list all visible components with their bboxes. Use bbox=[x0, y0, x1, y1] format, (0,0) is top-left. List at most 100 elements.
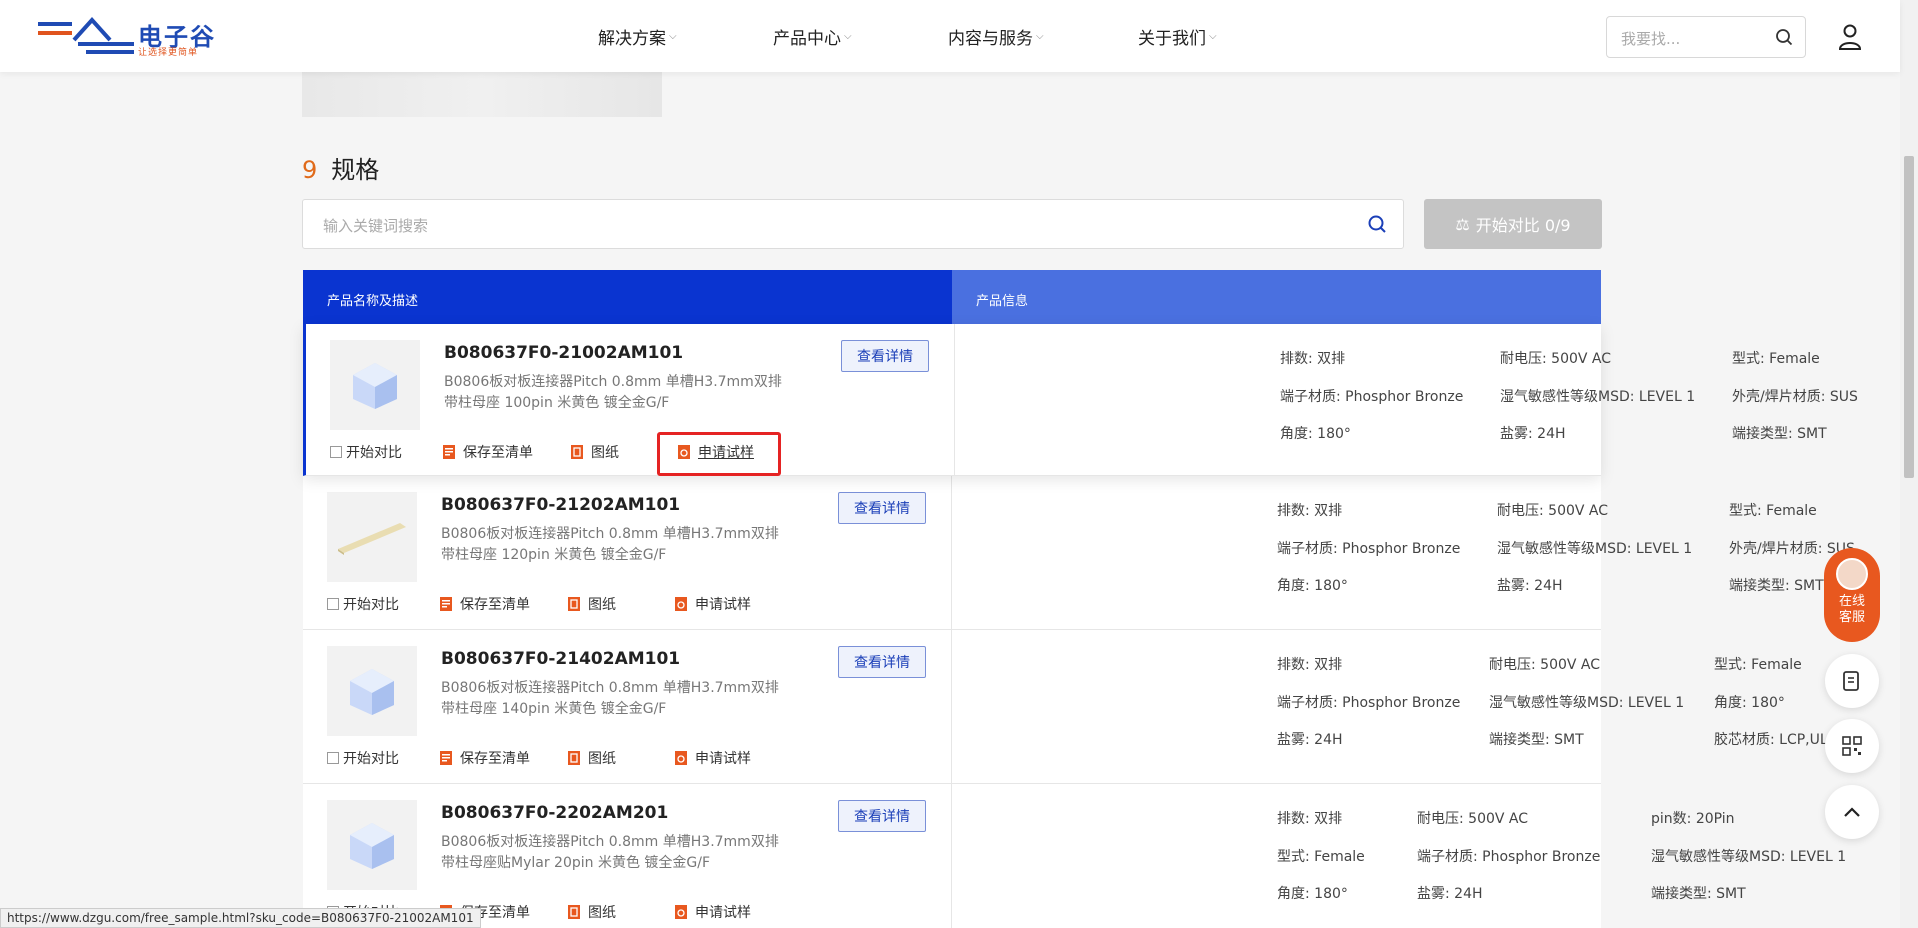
info-value: 端子材质: Phosphor Bronze bbox=[1417, 849, 1601, 865]
info-value: 耐电压: 500V AC bbox=[1489, 657, 1601, 673]
qrcode-button[interactable] bbox=[1825, 719, 1879, 773]
product-name[interactable]: B080637F0-21202AM101 bbox=[441, 495, 680, 515]
info-value: 型式: Female bbox=[1277, 849, 1365, 865]
drawing-button[interactable]: 图纸 bbox=[568, 748, 616, 768]
info-value: 角度: 180° bbox=[1277, 886, 1348, 902]
header-search-input[interactable]: 我要找... bbox=[1606, 16, 1806, 58]
compare-label: 开始对比 bbox=[343, 751, 399, 767]
scrollbar-thumb[interactable] bbox=[1904, 156, 1914, 478]
sample-icon bbox=[675, 905, 687, 919]
sample-label: 申请试样 bbox=[695, 905, 751, 921]
product-thumbnail[interactable] bbox=[327, 492, 417, 582]
product-thumbnail[interactable] bbox=[330, 340, 420, 430]
product-description: B0806板对板连接器Pitch 0.8mm 单槽H3.7mm双排带柱母座 12… bbox=[441, 526, 779, 563]
info-value: 端接类型: SMT bbox=[1732, 426, 1827, 442]
start-compare-button[interactable]: ⚖ 开始对比 0/9 bbox=[1424, 199, 1602, 249]
search-icon[interactable] bbox=[1775, 28, 1793, 46]
drawing-icon bbox=[568, 751, 580, 765]
product-thumbnail[interactable] bbox=[327, 646, 417, 736]
spec-count: 9 bbox=[302, 156, 318, 184]
info-value: 盐雾: 24H bbox=[1500, 426, 1566, 442]
info-value: 排数: 双排 bbox=[1280, 351, 1346, 367]
feedback-button[interactable] bbox=[1825, 654, 1879, 708]
info-value: 外壳/焊片材质: SUS bbox=[1732, 389, 1858, 405]
drawing-button[interactable]: 图纸 bbox=[568, 594, 616, 614]
view-details-button[interactable]: 查看详情 bbox=[838, 646, 926, 678]
nav-content-services[interactable]: 内容与服务 ⌵ bbox=[948, 0, 1044, 72]
compare-checkbox[interactable]: 开始对比 bbox=[327, 748, 399, 768]
search-icon[interactable] bbox=[1367, 214, 1387, 234]
info-value: 湿气敏感性等级MSD: LEVEL 1 bbox=[1489, 695, 1685, 711]
apply-sample-button[interactable]: 申请试样 bbox=[675, 594, 751, 614]
chevron-down-icon: ⌵ bbox=[1036, 30, 1044, 42]
compare-label: 开始对比 0/9 bbox=[1475, 216, 1571, 235]
product-thumbnail[interactable] bbox=[327, 800, 417, 890]
online-service-button[interactable]: 在线客服 bbox=[1824, 548, 1880, 642]
list-icon bbox=[443, 445, 455, 459]
info-value: 排数: 双排 bbox=[1277, 503, 1343, 519]
save-label: 保存至清单 bbox=[460, 751, 530, 767]
logo-mark-icon bbox=[38, 17, 134, 54]
product-cube-icon bbox=[350, 669, 394, 715]
sample-label: 申请试样 bbox=[695, 597, 751, 613]
product-description: B0806板对板连接器Pitch 0.8mm 单槽H3.7mm双排带柱母座贴My… bbox=[441, 834, 779, 871]
nav-products[interactable]: 产品中心 ⌵ bbox=[773, 0, 852, 72]
view-details-button[interactable]: 查看详情 bbox=[838, 492, 926, 524]
chevron-up-icon bbox=[1844, 807, 1860, 817]
compare-checkbox[interactable]: 开始对比 bbox=[330, 442, 402, 462]
nav-label: 解决方案 bbox=[598, 28, 666, 49]
checkbox-icon bbox=[327, 752, 339, 764]
view-details-button[interactable]: 查看详情 bbox=[838, 800, 926, 832]
chevron-down-icon: ⌵ bbox=[844, 30, 852, 42]
apply-sample-button[interactable]: 申请试样 bbox=[675, 748, 751, 768]
info-value: 端接类型: SMT bbox=[1729, 578, 1824, 594]
spec-title: 规格 bbox=[331, 156, 380, 184]
info-value: 端子材质: Phosphor Bronze bbox=[1277, 695, 1461, 711]
product-main-cell: B080637F0-21202AM101 B0806板对板连接器Pitch 0.… bbox=[303, 476, 952, 629]
product-main-cell: B080637F0-21002AM101 B0806板对板连接器Pitch 0.… bbox=[306, 324, 955, 476]
info-value: 角度: 180° bbox=[1277, 578, 1348, 594]
info-value: 耐电压: 500V AC bbox=[1500, 351, 1612, 367]
site-logo[interactable]: 电子谷 让选择更简单 bbox=[38, 14, 218, 58]
product-name[interactable]: B080637F0-21002AM101 bbox=[444, 343, 683, 363]
info-value: 耐电压: 500V AC bbox=[1497, 503, 1609, 519]
product-name[interactable]: B080637F0-2202AM201 bbox=[441, 803, 668, 823]
save-to-list-button[interactable]: 保存至清单 bbox=[440, 748, 530, 768]
service-label: 在线客服 bbox=[1838, 594, 1865, 625]
column-header-name: 产品名称及描述 bbox=[303, 270, 952, 324]
spec-heading: 9 规格 bbox=[302, 150, 379, 185]
product-name[interactable]: B080637F0-21402AM101 bbox=[441, 649, 680, 669]
info-value: 端子材质: Phosphor Bronze bbox=[1280, 389, 1464, 405]
drawing-button[interactable]: 图纸 bbox=[568, 902, 616, 922]
product-main-cell: B080637F0-2202AM201 B0806板对板连接器Pitch 0.8… bbox=[303, 784, 952, 928]
back-to-top-button[interactable] bbox=[1825, 785, 1879, 839]
drawing-button[interactable]: 图纸 bbox=[571, 442, 619, 462]
info-value: 型式: Female bbox=[1732, 351, 1820, 367]
info-value: 盐雾: 24H bbox=[1497, 578, 1563, 594]
user-icon[interactable] bbox=[1838, 24, 1862, 50]
product-main-cell: B080637F0-21402AM101 B0806板对板连接器Pitch 0.… bbox=[303, 630, 952, 783]
nav-about[interactable]: 关于我们 ⌵ bbox=[1138, 0, 1217, 72]
keyword-search-input[interactable]: 输入关键词搜索 bbox=[302, 199, 1404, 249]
product-description: B0806板对板连接器Pitch 0.8mm 单槽H3.7mm双排带柱母座 10… bbox=[444, 374, 782, 411]
compare-checkbox[interactable]: 开始对比 bbox=[327, 594, 399, 614]
apply-sample-button[interactable]: 申请试样 bbox=[675, 902, 751, 922]
save-to-list-button[interactable]: 保存至清单 bbox=[443, 442, 533, 462]
checkbox-icon bbox=[327, 598, 339, 610]
info-value: 型式: Female bbox=[1729, 503, 1817, 519]
nav-solutions[interactable]: 解决方案 ⌵ bbox=[598, 0, 677, 72]
info-value: 角度: 180° bbox=[1714, 695, 1785, 711]
nav-label: 产品中心 bbox=[773, 28, 841, 49]
info-value: pin数: 20Pin bbox=[1651, 811, 1735, 827]
highlight-box bbox=[657, 432, 781, 476]
save-to-list-button[interactable]: 保存至清单 bbox=[440, 594, 530, 614]
chevron-down-icon: ⌵ bbox=[669, 30, 677, 42]
page-scrollbar[interactable] bbox=[1900, 0, 1918, 928]
info-value: 盐雾: 24H bbox=[1277, 732, 1343, 748]
view-details-button[interactable]: 查看详情 bbox=[841, 340, 929, 372]
product-image-fragment bbox=[302, 72, 662, 117]
info-value: 湿气敏感性等级MSD: LEVEL 1 bbox=[1500, 389, 1696, 405]
logo-slogan: 让选择更简单 bbox=[138, 48, 199, 58]
info-value: 排数: 双排 bbox=[1277, 811, 1343, 827]
sample-label: 申请试样 bbox=[695, 751, 751, 767]
